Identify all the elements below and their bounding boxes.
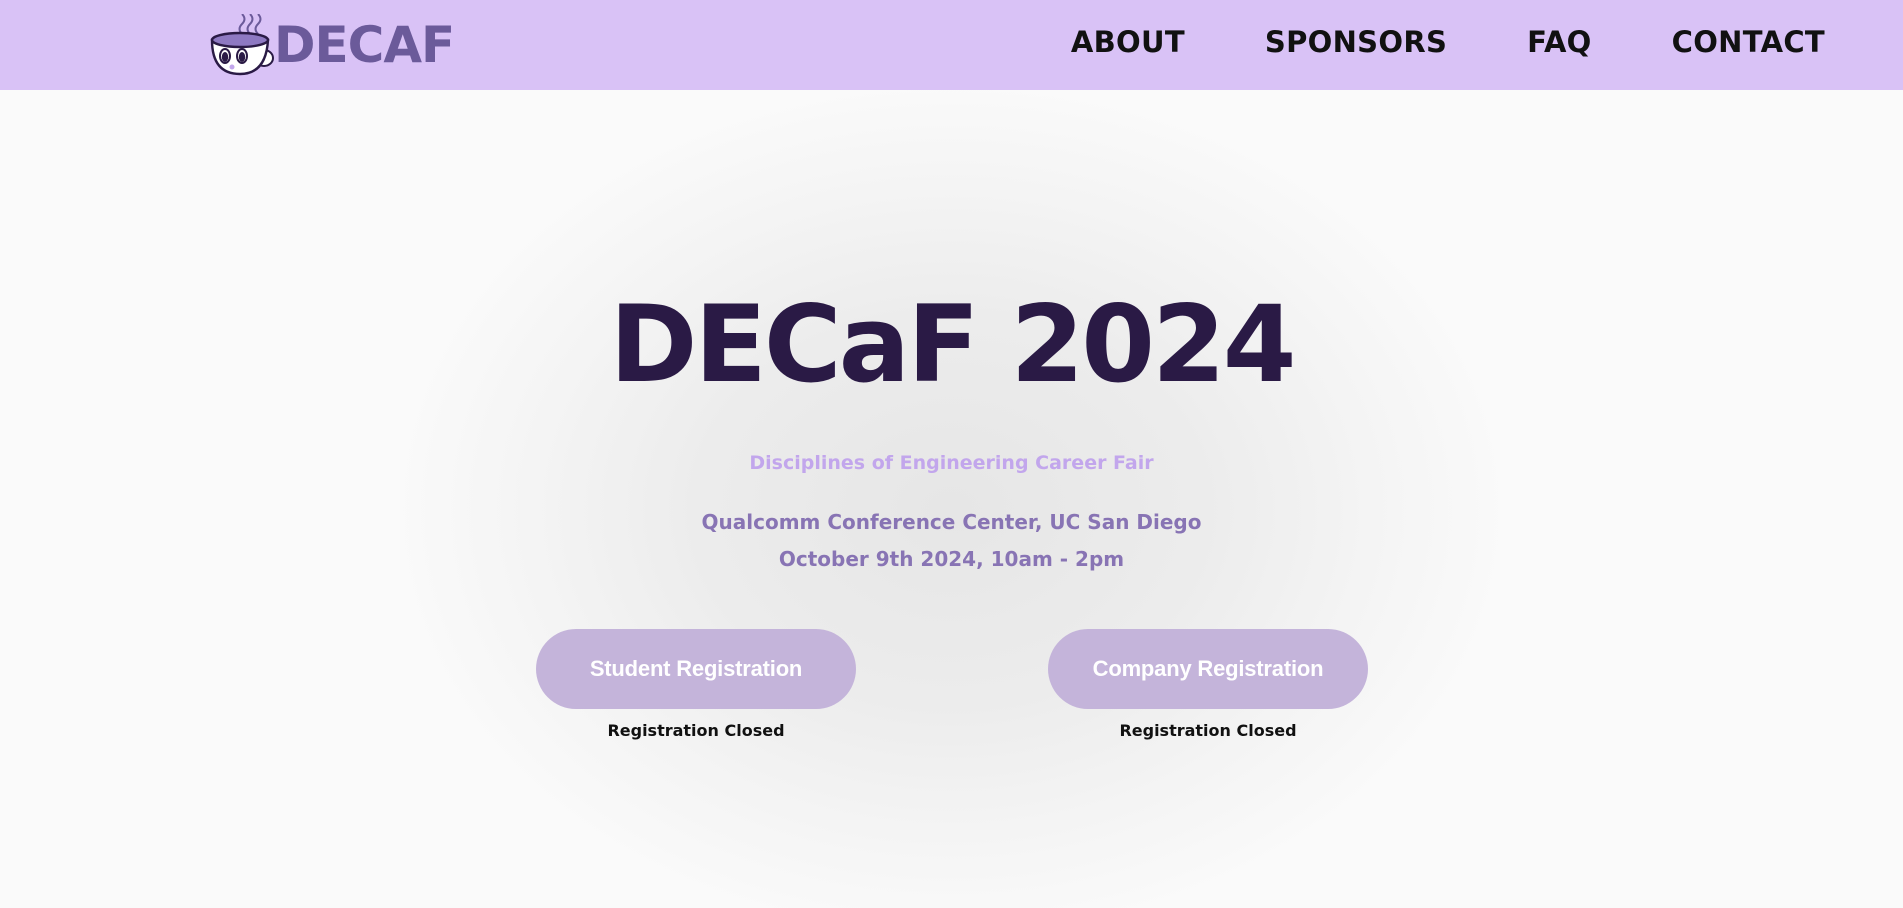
- event-date: October 9th 2024, 10am - 2pm: [778, 547, 1125, 571]
- company-registration-button[interactable]: Company Registration: [1048, 629, 1368, 709]
- site-header: DECAF ABOUT SPONSORS FAQ CONTACT: [0, 0, 1903, 90]
- student-registration-status: Registration Closed: [607, 721, 785, 740]
- hero-subtitle: Disciplines of Engineering Career Fair: [749, 452, 1154, 474]
- company-registration-status: Registration Closed: [1119, 721, 1297, 740]
- main-nav: ABOUT SPONSORS FAQ CONTACT: [1071, 0, 1825, 84]
- coffee-cup-mascot-icon: [208, 14, 280, 76]
- nav-contact-link[interactable]: CONTACT: [1672, 25, 1825, 59]
- nav-about-link[interactable]: ABOUT: [1071, 25, 1185, 59]
- site-logo[interactable]: DECAF: [208, 14, 455, 76]
- logo-wordmark: DECAF: [274, 16, 455, 74]
- nav-faq-link[interactable]: FAQ: [1527, 25, 1591, 59]
- hero-background: [0, 90, 1903, 908]
- event-venue: Qualcomm Conference Center, UC San Diego: [701, 510, 1202, 534]
- nav-sponsors-link[interactable]: SPONSORS: [1265, 25, 1447, 59]
- student-registration-button[interactable]: Student Registration: [536, 629, 856, 709]
- hero-title: DECaF 2024: [609, 283, 1296, 406]
